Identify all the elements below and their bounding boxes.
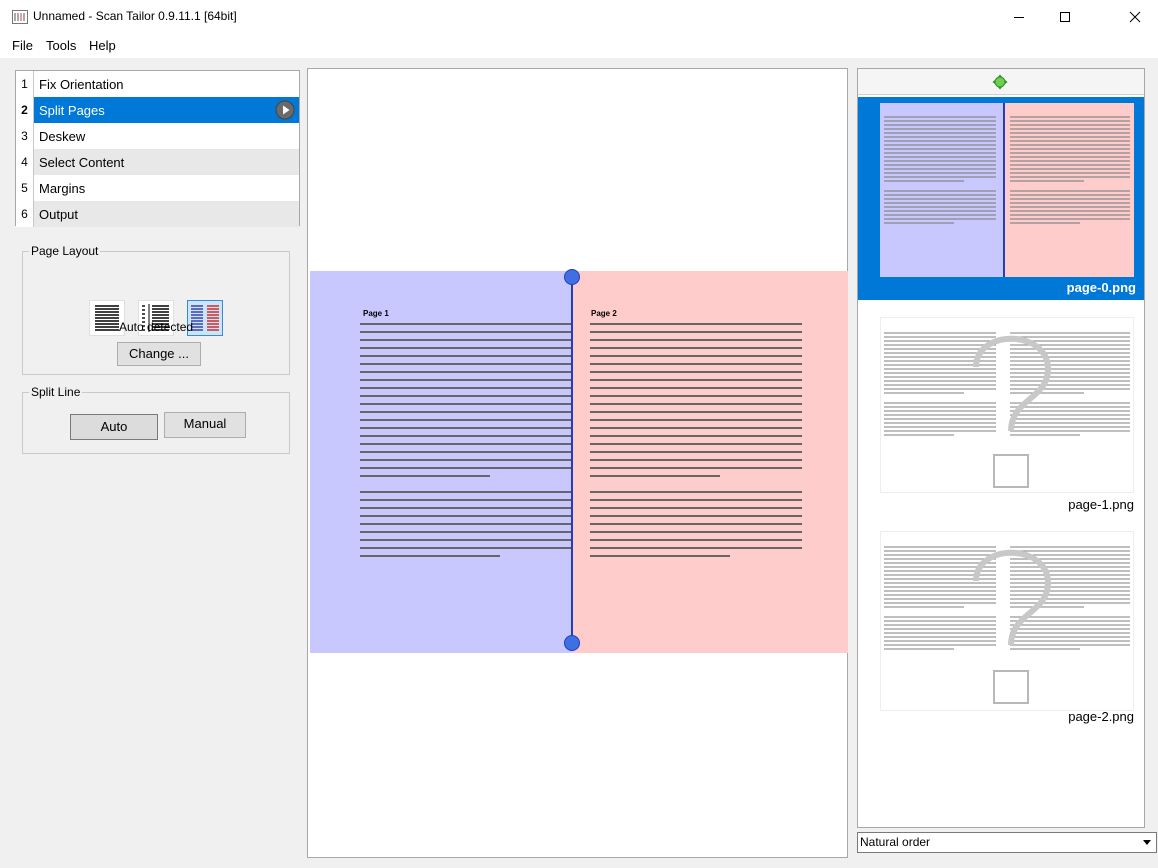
thumbnail-header [858, 69, 1144, 95]
stage-label: Split Pages [39, 102, 105, 118]
close-button[interactable] [1112, 0, 1158, 34]
thumb-text-lines [884, 116, 1130, 224]
menu-bar: File Tools Help [0, 34, 1158, 58]
stage-label: Output [39, 206, 79, 222]
minimize-button[interactable] [996, 0, 1042, 34]
right-page-text [590, 323, 802, 557]
minimize-icon [1014, 17, 1024, 18]
app-icon [12, 10, 28, 24]
stage-number: 2 [16, 97, 34, 123]
split-manual-button[interactable]: Manual [164, 412, 246, 438]
menu-tools[interactable]: Tools [46, 38, 76, 53]
stage-number: 6 [16, 201, 34, 227]
change-layout-button[interactable]: Change ... [117, 342, 201, 366]
thumbnail-caption: page-2.png [1068, 709, 1134, 724]
stage-label: Deskew [39, 128, 86, 144]
stage-number: 1 [16, 71, 34, 97]
menu-file[interactable]: File [12, 38, 33, 53]
split-line-handle[interactable] [562, 267, 582, 657]
maximize-icon [1060, 12, 1070, 22]
maximize-button[interactable] [1042, 0, 1088, 34]
thumbnail-selected[interactable]: page-0.png [858, 97, 1144, 300]
zoom-icon[interactable] [992, 74, 1008, 90]
stage-number: 4 [16, 149, 34, 175]
left-page-heading: Page 1 [363, 309, 389, 318]
stage-select-content[interactable]: 4 Select Content [16, 149, 299, 175]
stage-split-pages[interactable]: 2 Split Pages [16, 97, 299, 123]
left-page-text [360, 323, 572, 557]
thumbnail-item[interactable]: page-2.png [858, 527, 1144, 737]
stage-output[interactable]: 6 Output [16, 201, 299, 227]
stage-number: 5 [16, 175, 34, 201]
stage-deskew[interactable]: 3 Deskew [16, 123, 299, 149]
right-page-heading: Page 2 [591, 309, 617, 318]
thumbnail-caption: page-0.png [1066, 280, 1136, 295]
group-title: Split Line [29, 385, 83, 399]
question-mark-icon [973, 549, 1052, 704]
menu-help[interactable]: Help [89, 38, 116, 53]
stage-number: 3 [16, 123, 34, 149]
question-mark-icon [973, 335, 1052, 488]
thumbnails-panel: page-0.png page-1.png page-2.png [857, 68, 1145, 828]
thumbnail-item[interactable]: page-1.png [858, 313, 1144, 519]
stage-label: Margins [39, 180, 86, 196]
play-icon[interactable] [275, 100, 295, 120]
layout-status: Auto detected [119, 320, 194, 334]
stage-margins[interactable]: 5 Margins [16, 175, 299, 201]
thumbnail-caption: page-1.png [1068, 497, 1134, 512]
stage-fix-orientation[interactable]: 1 Fix Orientation [16, 71, 299, 97]
sort-order-select[interactable]: Natural order [857, 832, 1157, 853]
chevron-down-icon [1143, 840, 1151, 845]
window-title: Unnamed - Scan Tailor 0.9.11.1 [64bit] [33, 9, 237, 23]
stages-list: 1 Fix Orientation 2 Split Pages 3 Deskew… [15, 70, 300, 227]
stage-label: Fix Orientation [39, 76, 124, 92]
stage-label: Select Content [39, 154, 125, 170]
split-auto-button[interactable]: Auto [70, 414, 158, 440]
close-icon [1129, 11, 1141, 23]
sort-order-value: Natural order [860, 835, 931, 849]
image-preview[interactable]: Page 1 Page 2 [307, 68, 848, 858]
group-title: Page Layout [29, 244, 101, 258]
title-bar: Unnamed - Scan Tailor 0.9.11.1 [64bit] [0, 0, 1158, 34]
